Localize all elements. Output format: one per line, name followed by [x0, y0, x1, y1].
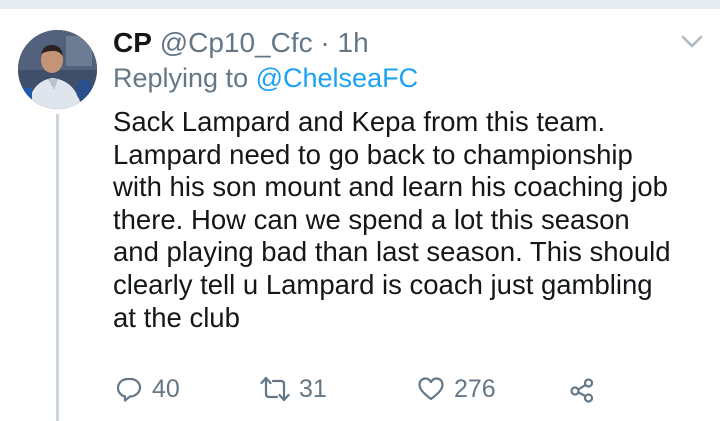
retweet-icon: [260, 375, 290, 403]
tweet-text-line: with his son mount and learn his coachin…: [113, 171, 668, 203]
chevron-down-icon[interactable]: [680, 34, 704, 50]
top-divider: [0, 0, 720, 9]
tweet-text: Sack Lampard and Kepa from this team. La…: [113, 106, 713, 334]
tweet-actions: 40 31 276: [113, 371, 713, 407]
tweet-header: CP @Cp10_Cfc · 1h: [113, 26, 369, 60]
share-button[interactable]: [568, 371, 596, 407]
like-count: 276: [454, 374, 496, 403]
replying-to: Replying to @ChelseaFC: [113, 62, 418, 94]
like-button[interactable]: 276: [417, 371, 496, 407]
display-name[interactable]: CP: [113, 27, 152, 58]
timestamp[interactable]: 1h: [338, 27, 369, 58]
separator-dot: ·: [313, 27, 338, 58]
tweet-text-line: at the club: [113, 301, 240, 333]
avatar[interactable]: [18, 30, 97, 109]
retweet-button[interactable]: 31: [260, 371, 327, 407]
reply-mention-link[interactable]: @ChelseaFC: [256, 63, 418, 93]
reply-count: 40: [152, 374, 180, 403]
share-icon: [568, 375, 596, 403]
reply-icon: [115, 375, 143, 403]
user-handle[interactable]: @Cp10_Cfc: [160, 27, 313, 58]
tweet-text-line: Sack Lampard and Kepa from this team.: [113, 106, 606, 137]
tweet-text-line: clearly tell u Lampard is coach just gam…: [113, 268, 653, 300]
thread-line: [56, 114, 59, 421]
replying-prefix: Replying to: [113, 63, 249, 93]
separator-text: ·: [320, 27, 330, 58]
retweet-count: 31: [299, 374, 327, 403]
reply-button[interactable]: 40: [115, 371, 180, 407]
tweet-text-line: and playing bad than last season. This s…: [113, 236, 671, 268]
tweet-text-line: there. How can we spend a lot this seaso…: [113, 203, 630, 235]
heart-icon: [417, 375, 445, 403]
avatar-image: [18, 30, 97, 109]
tweet-text-line: Lampard need to go back to championship: [113, 138, 633, 170]
